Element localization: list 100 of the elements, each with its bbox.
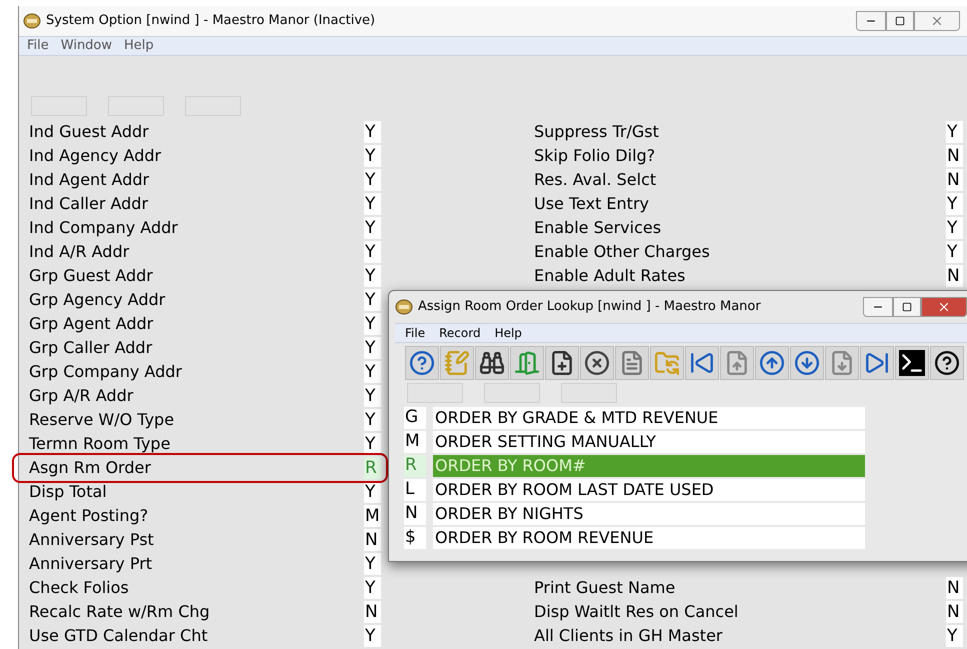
- menu-item[interactable]: Record: [439, 324, 481, 342]
- dialog-title: Assign Room Order Lookup [nwind ] - Maestro Manor: [418, 298, 761, 316]
- option-value[interactable]: N: [364, 601, 381, 623]
- option-label: Grp A/R Addr: [29, 385, 134, 407]
- option-value[interactable]: Y: [364, 193, 381, 215]
- code-cell[interactable]: M: [404, 431, 426, 453]
- option-value[interactable]: Y: [364, 145, 381, 167]
- empty-field[interactable]: [484, 383, 540, 403]
- option-label: Grp Agent Addr: [29, 313, 154, 335]
- option-label: Ind Company Addr: [29, 217, 178, 239]
- option-value[interactable]: Y: [946, 625, 963, 647]
- option-value[interactable]: Y: [364, 481, 381, 503]
- option-label: Skip Folio Dilg?: [534, 145, 656, 167]
- option-label: Enable Services: [534, 217, 662, 239]
- option-value[interactable]: Y: [364, 337, 381, 359]
- option-value[interactable]: Y: [364, 121, 381, 143]
- description-cell[interactable]: ORDER BY GRADE & MTD REVENUE: [433, 407, 865, 429]
- option-value[interactable]: Y: [364, 577, 381, 599]
- option-label: Anniversary Prt: [29, 553, 152, 575]
- option-value[interactable]: N: [946, 265, 963, 287]
- option-value[interactable]: M: [364, 505, 381, 527]
- folder-sync-icon: [654, 350, 680, 376]
- menu-item[interactable]: Help: [124, 36, 154, 56]
- option-label: Anniversary Pst: [29, 529, 154, 551]
- option-label: Grp Guest Addr: [29, 265, 153, 287]
- maximize-button[interactable]: [893, 297, 921, 317]
- option-value[interactable]: Y: [364, 169, 381, 191]
- option-value[interactable]: Y: [364, 409, 381, 431]
- option-value[interactable]: N: [946, 577, 963, 599]
- option-label: Ind Guest Addr: [29, 121, 149, 143]
- code-cell[interactable]: G: [404, 407, 426, 429]
- maximize-icon: [902, 302, 912, 312]
- description-cell[interactable]: ORDER SETTING MANUALLY: [433, 431, 865, 453]
- option-label: Print Guest Name: [534, 577, 676, 599]
- option-value[interactable]: Y: [364, 289, 381, 311]
- first-record-icon: [689, 350, 715, 376]
- option-value[interactable]: Y: [364, 625, 381, 647]
- menu-item[interactable]: Help: [494, 324, 522, 342]
- option-value[interactable]: Y: [364, 241, 381, 263]
- toolbar-button[interactable]: [475, 346, 509, 380]
- option-value[interactable]: Y: [364, 265, 381, 287]
- option-label: Grp Agency Addr: [29, 289, 166, 311]
- option-label: Grp Caller Addr: [29, 337, 152, 359]
- option-label: Agent Posting?: [29, 505, 148, 527]
- option-value[interactable]: Y: [364, 313, 381, 335]
- window-title: System Option [nwind ] - Maestro Manor (Inactive): [46, 12, 376, 30]
- menu-item[interactable]: File: [27, 36, 49, 56]
- help-icon: [409, 350, 435, 376]
- help-icon: [934, 350, 960, 376]
- toolbar-button[interactable]: [580, 346, 614, 380]
- toolbar-button[interactable]: [895, 346, 929, 380]
- close-button[interactable]: [921, 297, 967, 317]
- option-label: Suppress Tr/Gst: [534, 121, 660, 143]
- option-value[interactable]: Y: [946, 121, 963, 143]
- document-down-icon: [829, 350, 855, 376]
- code-cell[interactable]: N: [404, 503, 426, 525]
- app-logo-icon: [395, 299, 413, 315]
- option-label: Ind Agent Addr: [29, 169, 150, 191]
- document-info-icon: [619, 350, 645, 376]
- option-value[interactable]: Y: [946, 241, 963, 263]
- option-label: Recalc Rate w/Rm Chg: [29, 601, 210, 623]
- description-cell[interactable]: ORDER BY ROOM LAST DATE USED: [433, 479, 865, 501]
- description-cell[interactable]: ORDER BY NIGHTS: [433, 503, 865, 525]
- option-label: Ind A/R Addr: [29, 241, 130, 263]
- option-value[interactable]: N: [946, 145, 963, 167]
- empty-field[interactable]: [407, 383, 463, 403]
- app-logo-icon: [23, 13, 41, 29]
- option-label: Reserve W/O Type: [29, 409, 174, 431]
- option-value[interactable]: Y: [364, 361, 381, 383]
- option-value[interactable]: Y: [946, 217, 963, 239]
- option-value[interactable]: Y: [364, 553, 381, 575]
- description-cell[interactable]: ORDER BY ROOM REVENUE: [433, 527, 865, 549]
- option-value[interactable]: Y: [364, 217, 381, 239]
- option-value[interactable]: Y: [364, 385, 381, 407]
- code-cell[interactable]: $: [404, 527, 426, 549]
- option-value[interactable]: Y: [364, 433, 381, 455]
- maximize-button[interactable]: [886, 11, 914, 31]
- code-cell[interactable]: L: [404, 479, 426, 501]
- delete-icon: [584, 350, 610, 376]
- option-label: Asgn Rm Order: [29, 457, 151, 479]
- close-icon: [930, 14, 944, 28]
- binoculars-icon: [479, 350, 505, 376]
- option-label: All Clients in GH Master: [534, 625, 724, 647]
- option-label: Ind Caller Addr: [29, 193, 148, 215]
- door-icon: [514, 350, 540, 376]
- close-icon: [937, 300, 951, 314]
- notepad-icon: [444, 350, 470, 376]
- empty-field[interactable]: [561, 383, 617, 403]
- document-up-icon: [724, 350, 750, 376]
- option-value[interactable]: R: [364, 457, 381, 479]
- code-cell[interactable]: R: [404, 455, 426, 477]
- toolbar-button[interactable]: [545, 346, 579, 380]
- option-value[interactable]: Y: [946, 193, 963, 215]
- option-value[interactable]: N: [946, 169, 963, 191]
- menu-item[interactable]: Window: [60, 36, 112, 56]
- menu-item[interactable]: File: [405, 324, 426, 342]
- option-label: Use Text Entry: [534, 193, 650, 215]
- toolbar-button[interactable]: [930, 346, 964, 380]
- option-value[interactable]: N: [946, 601, 963, 623]
- option-value[interactable]: N: [364, 529, 381, 551]
